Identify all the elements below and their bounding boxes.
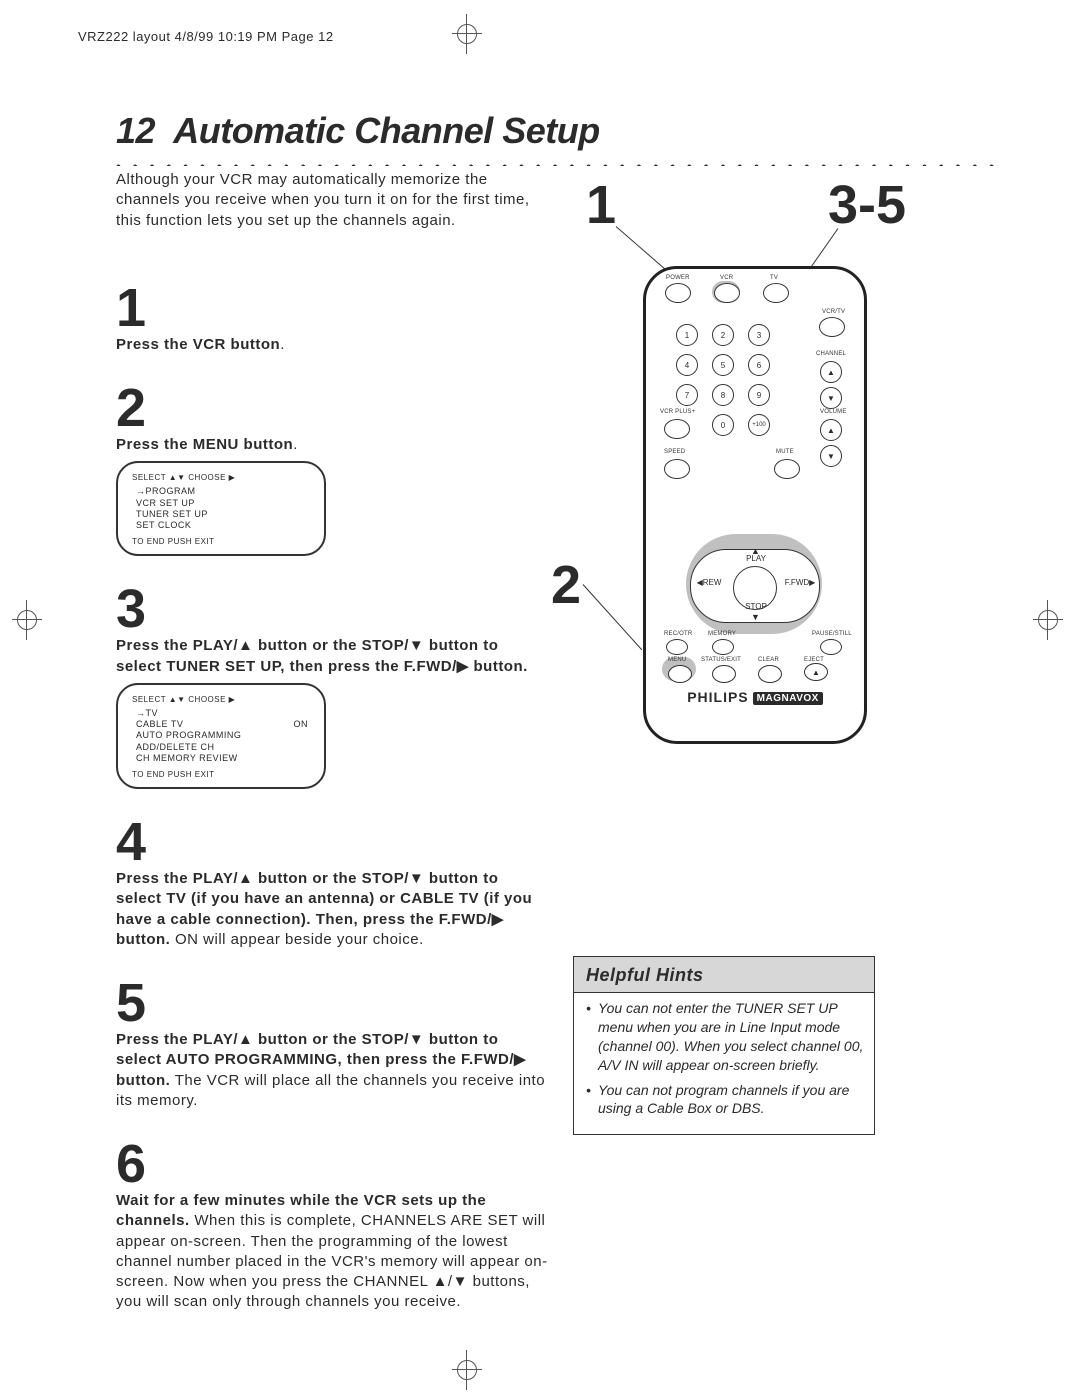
channel-up: ▲ — [820, 361, 842, 383]
vcr-button — [714, 283, 740, 303]
callout-2: 2 — [551, 554, 581, 616]
digit-5: 5 — [712, 354, 734, 376]
power-button — [665, 283, 691, 303]
d-pad: PLAY ◀ REW F.FWD ▶ STOP ▲ ▼ — [690, 549, 820, 623]
digit-1: 1 — [676, 324, 698, 346]
clear-button — [758, 665, 782, 683]
vcrtv-button — [819, 317, 845, 337]
status-exit-button — [712, 665, 736, 683]
volume-down: ▼ — [820, 445, 842, 467]
volume-up: ▲ — [820, 419, 842, 441]
title-text: Automatic Channel Setup — [173, 110, 600, 151]
digit-6: 6 — [748, 354, 770, 376]
step-5: Press the PLAY/▲ button or the STOP/▼ bu… — [116, 1030, 548, 1111]
page-number: 12 — [116, 110, 155, 151]
callout-1: 1 — [586, 174, 616, 236]
callout-3-5: 3-5 — [828, 174, 906, 236]
menu-button — [668, 665, 692, 683]
osd-panel-1: SELECT ▲▼ CHOOSE ▶ →PROGRAM VCR SET UP T… — [116, 461, 326, 556]
eject-button: ▲ — [804, 663, 828, 681]
vcrplus-button — [664, 419, 690, 439]
step-3: Press the PLAY/▲ button or the STOP/▼ bu… — [116, 636, 548, 677]
recotr-button — [666, 639, 688, 655]
helpful-hints-title: Helpful Hints — [574, 957, 874, 993]
step-number-4: 4 — [116, 815, 548, 869]
mute-button — [774, 459, 800, 479]
remote-illustration: POWER VCR TV VCR/TV 1 2 3 4 5 6 7 — [643, 266, 867, 744]
tv-button — [763, 283, 789, 303]
step-4: Press the PLAY/▲ button or the STOP/▼ bu… — [116, 869, 548, 950]
digit-2: 2 — [712, 324, 734, 346]
memory-button — [712, 639, 734, 655]
step-1: Press the VCR button. — [116, 335, 548, 355]
step-number-6: 6 — [116, 1137, 548, 1191]
digit-9: 9 — [748, 384, 770, 406]
print-header: VRZ222 layout 4/8/99 10:19 PM Page 12 — [78, 29, 334, 44]
digit-0: 0 — [712, 414, 734, 436]
osd-panel-2: SELECT ▲▼ CHOOSE ▶ →TV CABLE TVON AUTO P… — [116, 683, 326, 789]
helpful-hints: Helpful Hints You can not enter the TUNE… — [573, 956, 875, 1135]
step-2: Press the MENU button. — [116, 435, 548, 455]
speed-button — [664, 459, 690, 479]
step-6: Wait for a few minutes while the VCR set… — [116, 1191, 548, 1313]
title-rule: • • • • • • • • • • • • • • • • • • • • … — [116, 158, 996, 166]
digit-plus100: +100 — [748, 414, 770, 436]
digit-3: 3 — [748, 324, 770, 346]
digit-7: 7 — [676, 384, 698, 406]
step-number-1: 1 — [116, 281, 548, 335]
brand: PHILIPSMAGNAVOX — [646, 689, 864, 705]
step-number-5: 5 — [116, 976, 548, 1030]
intro-text: Although your VCR may automatically memo… — [116, 170, 548, 231]
channel-down: ▼ — [820, 387, 842, 409]
digit-4: 4 — [676, 354, 698, 376]
pause-button — [820, 639, 842, 655]
page-title: 12 Automatic Channel Setup — [116, 110, 996, 152]
step-number-3: 3 — [116, 582, 548, 636]
step-number-2: 2 — [116, 381, 548, 435]
digit-8: 8 — [712, 384, 734, 406]
hint-item: You can not program channels if you are … — [586, 1081, 864, 1125]
hint-item: You can not enter the TUNER SET UP menu … — [586, 999, 864, 1081]
